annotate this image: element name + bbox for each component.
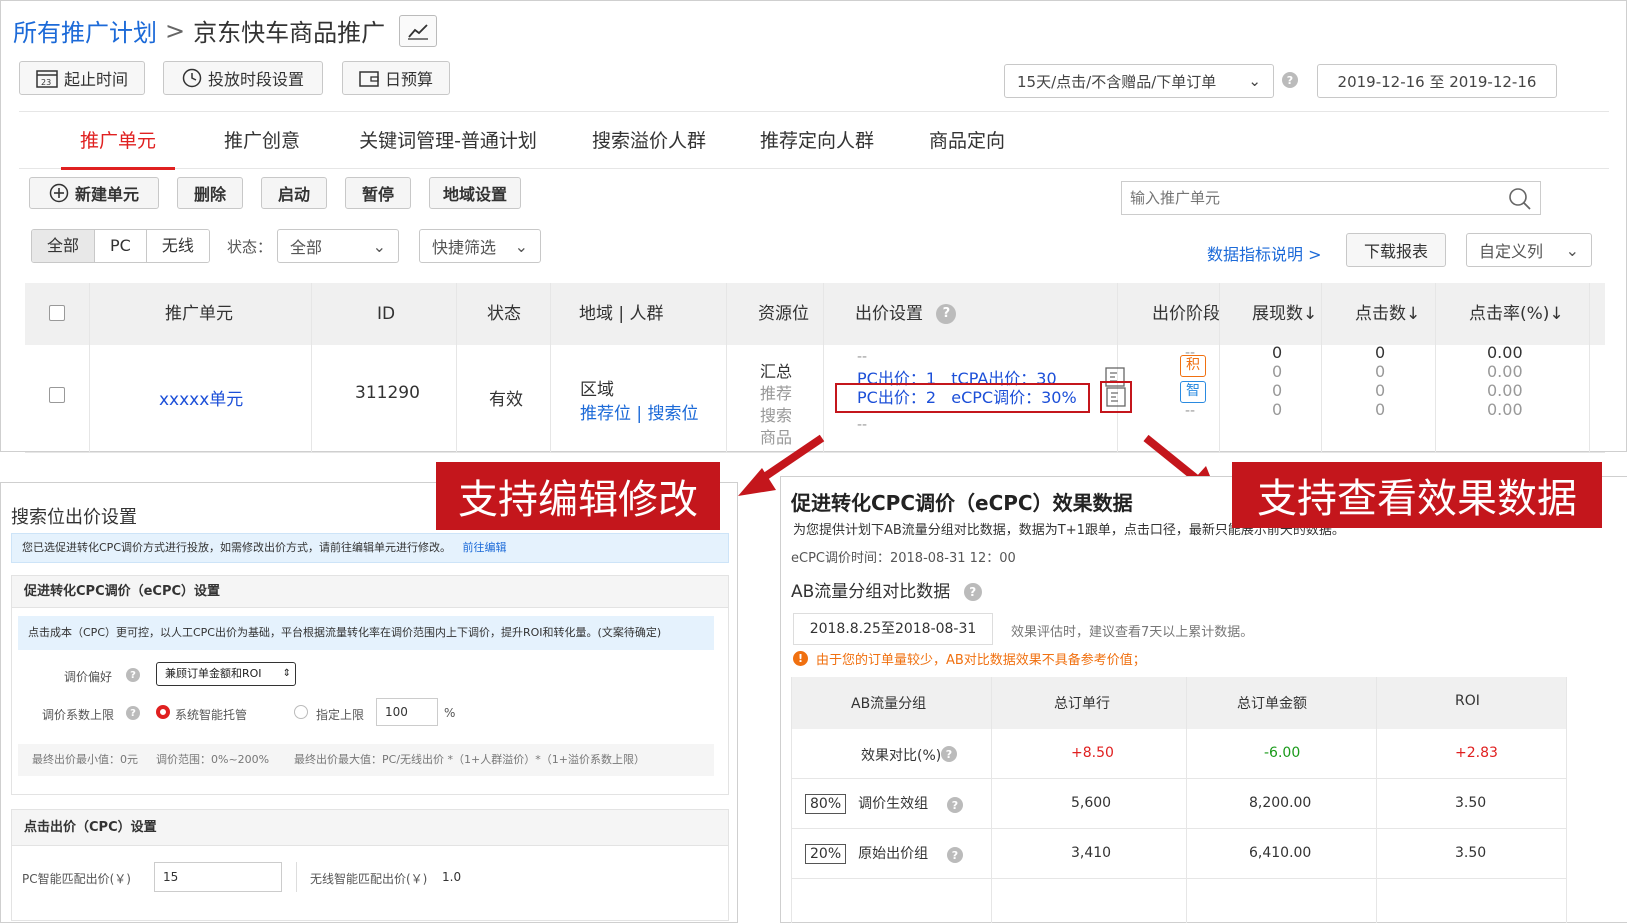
search-bid-settings-panel: 搜索位出价设置 您已选促进转化CPC调价方式进行投放，如需修改出价方式，请前往编… (0, 482, 738, 923)
effect-title: 促进转化CPC调价（eCPC）效果数据 (791, 491, 1133, 515)
go-edit-link[interactable]: 前往编辑 (463, 541, 507, 554)
test-roi: 3.50 (1455, 795, 1487, 811)
updown-icon: ⇕ (282, 668, 291, 679)
test-group-label: 80% 调价生效组 (805, 793, 928, 814)
test-order-lines: 5,600 (1071, 795, 1112, 811)
eval-hint: 效果评估时，建议查看7天以上累计数据。 (1011, 625, 1254, 640)
ab-title: AB流量分组对比数据 ? (791, 577, 982, 602)
control-order-amount: 6,410.00 (1249, 845, 1312, 861)
control-group-name: 原始出价组 (858, 846, 929, 862)
help-icon[interactable]: ? (126, 668, 140, 682)
notice-text: 您已选促进转化CPC调价方式进行投放，如需修改出价方式，请前往编辑单元进行修改。 (22, 541, 451, 554)
ecpc-settings-section: 促进转化CPC调价（eCPC）设置 点击成本（CPC）更可控，以人工CPC出价为… (11, 575, 729, 795)
pref-label: 调价偏好 (64, 670, 113, 684)
cap-input[interactable]: 100 (376, 698, 438, 726)
warning-text: 由于您的订单量较少，AB对比数据效果不具备参考价值； (816, 653, 1146, 668)
radio-custom[interactable] (294, 705, 308, 719)
pref-select[interactable]: 兼顾订单金额和ROI ⇕ (156, 662, 296, 686)
control-group-label: 20% 原始出价组 (805, 843, 928, 864)
table-row: 20% 原始出价组 ? 3,410 6,410.00 3.50 (791, 829, 1566, 879)
help-icon[interactable]: ? (963, 583, 982, 601)
mobile-bid-value: 1.0 (442, 870, 462, 884)
control-roi: 3.50 (1455, 845, 1487, 861)
warning-icon: ! (793, 651, 808, 666)
table-row: 效果对比(%) ? +8.50 -6.00 +2.83 (791, 729, 1566, 779)
compare-order-lines: +8.50 (1071, 745, 1114, 761)
callout-view-data: 支持查看效果数据 (1232, 462, 1602, 528)
ecpc-effect-panel: 促进转化CPC调价（eCPC）效果数据 为您提供计划下AB流量分组对比数据，数据… (780, 476, 1627, 923)
compare-order-amount: -6.00 (1264, 745, 1301, 761)
table-row: 80% 调价生效组 ? 5,600 8,200.00 3.50 (791, 779, 1566, 829)
cap-option-custom[interactable]: 指定上限 (316, 706, 364, 723)
compare-label: 效果对比(%) (861, 748, 942, 764)
col-order-amount: 总订单金额 (1237, 696, 1307, 712)
pref-select-value: 兼顾订单金额和ROI (165, 667, 262, 680)
ab-date-range[interactable]: 2018.8.25至2018-08-31 (793, 613, 993, 645)
pc-bid-label: PC智能匹配出价(￥) (22, 872, 131, 886)
help-icon[interactable]: ? (947, 847, 963, 863)
foot-range: 调价范围：0%~200% (156, 753, 270, 766)
ecpc-time: eCPC调价时间：2018-08-31 12：00 (791, 551, 1016, 566)
panel-title: 搜索位出价设置 (11, 507, 137, 528)
callout-edit: 支持编辑修改 (436, 462, 720, 530)
mobile-bid-label: 无线智能匹配出价(￥) (310, 872, 428, 886)
control-group-pct: 20% (805, 844, 847, 864)
ab-table-header: AB流量分组 总订单行 总订单金额 ROI (791, 677, 1566, 729)
help-icon[interactable]: ? (941, 746, 957, 762)
col-ab-group: AB流量分组 (851, 696, 927, 712)
test-group-pct: 80% (805, 794, 847, 814)
compare-roi: +2.83 (1455, 745, 1498, 761)
ab-title-text: AB流量分组对比数据 (791, 582, 951, 602)
control-order-lines: 3,410 (1071, 845, 1112, 861)
help-icon[interactable]: ? (126, 706, 140, 720)
ecpc-section-title: 促进转化CPC调价（eCPC）设置 (12, 576, 728, 608)
cap-unit: % (444, 706, 456, 720)
test-order-amount: 8,200.00 (1249, 795, 1312, 811)
help-icon[interactable]: ? (947, 797, 963, 813)
ecpc-description: 点击成本（CPC）更可控，以人工CPC出价为基础，平台根据流量转化率在调价范围内… (18, 616, 714, 650)
low-orders-warning: ! 由于您的订单量较少，AB对比数据效果不具备参考价值； (793, 649, 1146, 668)
cap-option-system[interactable]: 系统智能托管 (175, 706, 247, 723)
cpc-settings-section: 点击出价（CPC）设置 PC智能匹配出价(￥) 15 无线智能匹配出价(￥) 1… (11, 809, 729, 921)
pc-bid-input[interactable]: 15 (154, 862, 282, 892)
foot-min: 最终出价最小值：0元 (32, 753, 138, 766)
test-group-name: 调价生效组 (858, 796, 929, 812)
col-order-lines: 总订单行 (1054, 696, 1110, 712)
bid-method-notice: 您已选促进转化CPC调价方式进行投放，如需修改出价方式，请前往编辑单元进行修改。… (11, 533, 729, 563)
cap-label: 调价系数上限 (42, 708, 115, 722)
radio-system-selected[interactable] (156, 705, 170, 719)
col-roi: ROI (1455, 693, 1480, 709)
bid-limits-footer: 最终出价最小值：0元 调价范围：0%~200% 最终出价最大值：PC/无线出价 … (18, 744, 714, 776)
foot-max: 最终出价最大值：PC/无线出价 *（1+人群溢价）*（1+溢价系数上限） (294, 753, 645, 766)
cpc-section-title: 点击出价（CPC）设置 (12, 810, 728, 846)
